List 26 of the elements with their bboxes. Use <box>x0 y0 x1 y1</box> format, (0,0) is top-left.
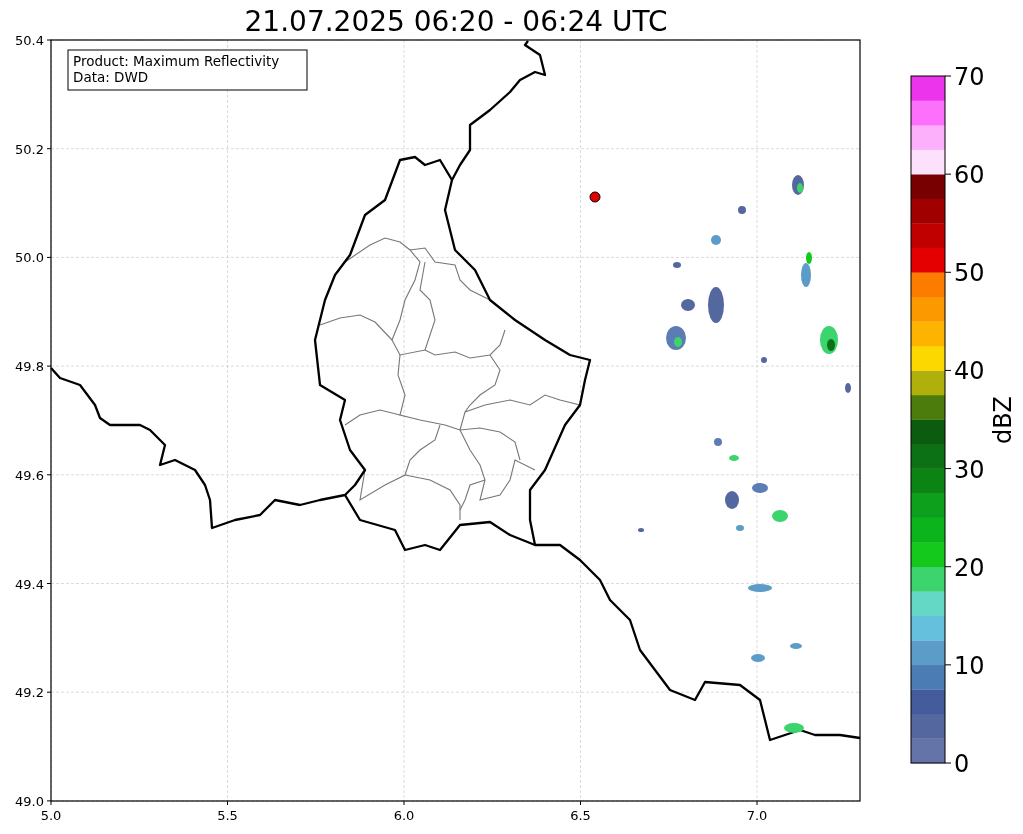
colorbar-label: 60 <box>954 161 985 190</box>
info-text: Product: Maximum Reflectivity <box>73 53 280 69</box>
y-axis-label: 49.2 <box>15 685 44 701</box>
location-marker <box>589 191 601 203</box>
x-axis-label: 6.0 <box>393 808 415 823</box>
y-axis-label: 49.8 <box>15 359 44 375</box>
x-axis-label: 6.5 <box>570 808 591 823</box>
x-axis-label: 5.5 <box>217 808 238 823</box>
y-axis-label: 49.4 <box>15 576 44 592</box>
colorbar-label: 10 <box>954 651 985 680</box>
colorbar-label: 70 <box>954 63 985 91</box>
colorbar-title: dBZ <box>989 395 1017 445</box>
info-text: Data: DWD <box>73 69 149 85</box>
colorbar-label: 0 <box>954 750 970 778</box>
chart-title: 21.07.2025 06:20 - 06:24 UTC <box>244 5 668 38</box>
y-axis-label: 49.6 <box>15 467 44 483</box>
y-axis-label: 50.2 <box>15 141 44 157</box>
colorbar-label: 40 <box>954 357 985 386</box>
colorbar-label: 50 <box>954 259 985 288</box>
colorbar-label: 20 <box>954 553 985 582</box>
y-axis-label: 49.0 <box>15 793 44 809</box>
y-axis-label: 50.4 <box>15 33 44 48</box>
x-axis-label: 7.0 <box>746 808 768 823</box>
colorbar-label: 30 <box>954 455 985 484</box>
y-axis-label: 50.0 <box>15 250 44 266</box>
x-axis-label: 5.0 <box>40 808 62 823</box>
